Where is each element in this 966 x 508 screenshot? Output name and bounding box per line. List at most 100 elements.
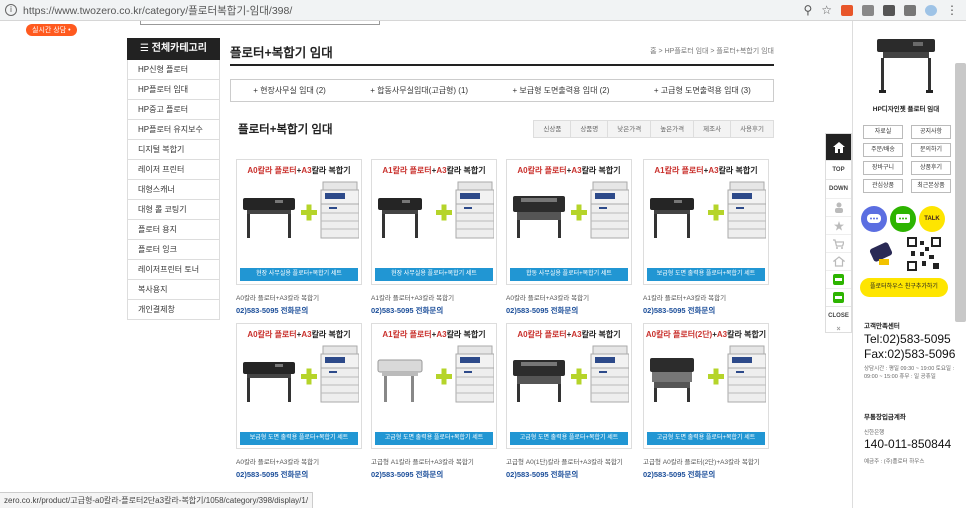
web-page: 실시간 상담 • ☰ 전체카테고리 HP신형 플로터 HP플로터 임대 HP중고 플… <box>0 21 966 508</box>
user-icon[interactable] <box>826 198 851 216</box>
sidebar-item[interactable]: 레이저프린터 토너 <box>127 260 220 280</box>
sidebar-item[interactable]: 디지털 복합기 <box>127 140 220 160</box>
product-name[interactable]: A0칼라 플로터+A3칼라 복합기 <box>506 292 646 302</box>
product-name[interactable]: 고급형 A1칼라 플로터+A3칼라 복합기 <box>371 456 511 466</box>
sidebar-item[interactable]: 레이저 프린터 <box>127 160 220 180</box>
copier-label: A3칼라 복합기 <box>436 166 486 175</box>
home-outline-icon[interactable] <box>826 252 851 270</box>
sidebar-item[interactable]: HP중고 플로터 <box>127 100 220 120</box>
customer-center-title: 고객만족센터 <box>864 323 900 330</box>
subcategory-joint-office[interactable]: + 합동사무실임대(고급형) (1) <box>370 85 468 96</box>
recent-items-button[interactable]: 최근본상품 <box>911 179 951 193</box>
plotter-product-image[interactable] <box>875 33 937 99</box>
home-icon[interactable] <box>826 134 851 160</box>
profile-avatar-icon[interactable] <box>925 4 937 16</box>
subcategory-site-office[interactable]: + 현장사무실 임대 (2) <box>253 85 326 96</box>
kakao-add-friend-button[interactable]: 플로터하우스 친구추가하기 <box>860 278 948 297</box>
qr-code-image[interactable] <box>867 237 953 273</box>
sidebar-item[interactable]: HP신형 플로터 <box>127 60 220 80</box>
site-info-icon[interactable]: i <box>5 4 17 16</box>
scroll-down-button[interactable]: DOWN <box>826 179 851 198</box>
extension-icon-2[interactable] <box>862 4 874 16</box>
green-chat-icon-2[interactable] <box>826 288 851 306</box>
subcategory-premium-drawing[interactable]: + 고급형 도면출력용 임대 (3) <box>654 85 751 96</box>
product-card[interactable]: A0칼라 플로터+A3칼라 복합기 현장 사무실용 플로터+복합기 세트 <box>236 159 362 285</box>
sort-reviews[interactable]: 사용후기 <box>730 120 774 138</box>
chat-buttons: TALK <box>861 206 945 232</box>
product-phone: 02)583-5095 전화문의 <box>506 470 579 479</box>
product-image[interactable] <box>648 342 766 406</box>
extension-icon-3[interactable] <box>883 4 895 16</box>
sort-new[interactable]: 신상품 <box>533 120 572 138</box>
sidebar-item[interactable]: 복사용지 <box>127 280 220 300</box>
address-bar[interactable]: https://www.twozero.co.kr/category/플로터복합… <box>23 3 803 18</box>
cart-button[interactable]: 장바구니 <box>863 161 903 175</box>
featured-product-name[interactable]: HP디자인젯 플로터 임대 <box>853 103 959 113</box>
product-name[interactable]: A1칼라 플로터+A3칼라 복합기 <box>643 292 783 302</box>
sort-name[interactable]: 상품명 <box>570 120 609 138</box>
product-image[interactable] <box>376 178 494 242</box>
bookmark-star-icon[interactable]: ☆ <box>821 4 832 16</box>
product-banner: 보급형 도면 출력용 플로터+복합기 세트 <box>240 432 358 445</box>
product-card[interactable]: A1칼라 플로터+A3칼라 복합기 고급형 도면 출력용 플로터+복합기 세트 <box>371 323 497 449</box>
product-name[interactable]: 고급형 A0칼라 플로터(2단)+A3칼라 복합기 <box>643 456 783 466</box>
sidebar-item[interactable]: HP플로터 임대 <box>127 80 220 100</box>
product-image[interactable] <box>511 178 629 242</box>
product-name[interactable]: A1칼라 플로터+A3칼라 복합기 <box>371 292 511 302</box>
product-card[interactable]: A0칼라 플로터+A3칼라 복합기 합동 사무실용 플로터+복합기 세트 <box>506 159 632 285</box>
business-hours: 상담시간 : 평일 09:30 ~ 19:00 토요일 : 09:00 ~ 15… <box>864 366 955 380</box>
extension-icon-1[interactable] <box>841 4 853 16</box>
line-chat-icon[interactable] <box>890 206 916 232</box>
order-delivery-button[interactable]: 주문/배송 <box>863 143 903 157</box>
plotter-label: A0칼라 플로터 <box>247 330 297 339</box>
green-chat-icon-1[interactable] <box>826 270 851 288</box>
reviews-button[interactable]: 상품후기 <box>911 161 951 175</box>
product-banner: 고급형 도면 출력용 플로터+복합기 세트 <box>510 432 628 445</box>
scroll-top-button[interactable]: TOP <box>826 160 851 179</box>
category-sidebar: ☰ 전체카테고리 HP신형 플로터 HP플로터 임대 HP중고 플로터 HP플로터 유… <box>127 38 220 320</box>
product-name[interactable]: A0칼라 플로터+A3칼라 복합기 <box>236 292 376 302</box>
browser-menu-icon[interactable]: ⋮ <box>946 4 958 16</box>
product-image[interactable] <box>241 342 359 406</box>
subcategory-basic-drawing[interactable]: + 보급형 도면출력용 임대 (2) <box>512 85 609 96</box>
all-categories-header[interactable]: ☰ 전체카테고리 <box>127 38 220 60</box>
product-card-title: A1칼라 플로터+A3칼라 복합기 <box>372 329 496 340</box>
close-quicknav-button[interactable]: CLOSE × <box>826 306 851 333</box>
breadcrumb[interactable]: 홈 > HP플로터 임대 > 플로터+복합기 임대 <box>650 46 774 56</box>
star-icon[interactable] <box>826 216 851 234</box>
wishlist-button[interactable]: 관심상품 <box>863 179 903 193</box>
archive-button[interactable]: 자료실 <box>863 125 903 139</box>
product-card[interactable]: A0칼라 플로터(2단)+A3칼라 복합기 고급형 도면 출력용 플로터+복합기 … <box>643 323 769 449</box>
sidebar-item[interactable]: 플로터 잉크 <box>127 240 220 260</box>
sidebar-item[interactable]: 대형스캐너 <box>127 180 220 200</box>
inquiry-button[interactable]: 문의하기 <box>911 143 951 157</box>
subcategory-bar: + 현장사무실 임대 (2) + 합동사무실임대(고급형) (1) + 보급형 … <box>230 79 774 102</box>
sidebar-item[interactable]: 플로터 용지 <box>127 220 220 240</box>
sort-low-price[interactable]: 낮은가격 <box>607 120 652 138</box>
live-chat-badge[interactable]: 실시간 상담 • <box>26 24 77 36</box>
product-image[interactable] <box>511 342 629 406</box>
product-card-title: A1칼라 플로터+A3칼라 복합기 <box>644 165 768 176</box>
product-image[interactable] <box>241 178 359 242</box>
product-name[interactable]: 고급형 A0(1단)칼라 플로터+A3칼라 복합기 <box>506 456 646 466</box>
product-card[interactable]: A1칼라 플로터+A3칼라 복합기 현장 사무실용 플로터+복합기 세트 <box>371 159 497 285</box>
sidebar-item[interactable]: 대형 롤 코팅기 <box>127 200 220 220</box>
page-scrollbar[interactable] <box>955 63 966 322</box>
cart-icon[interactable] <box>826 234 851 252</box>
sort-high-price[interactable]: 높은가격 <box>650 120 695 138</box>
product-name[interactable]: A0칼라 플로터+A3칼라 복합기 <box>236 456 376 466</box>
product-image[interactable] <box>376 342 494 406</box>
product-image[interactable] <box>648 178 766 242</box>
chat-bubble-icon[interactable] <box>861 206 887 232</box>
product-card-title: A0칼라 플로터(2단)+A3칼라 복합기 <box>644 329 768 340</box>
sidebar-item[interactable]: HP플로터 유지보수 <box>127 120 220 140</box>
sort-maker[interactable]: 제조사 <box>693 120 732 138</box>
notice-button[interactable]: 공지사항 <box>911 125 951 139</box>
product-card[interactable]: A0칼라 플로터+A3칼라 복합기 보급형 도면 출력용 플로터+복합기 세트 <box>236 323 362 449</box>
product-card[interactable]: A1칼라 플로터+A3칼라 복합기 보급형 도면 출력용 플로터+복합기 세트 <box>643 159 769 285</box>
sidebar-item[interactable]: 개인결제창 <box>127 300 220 320</box>
extension-icon-4[interactable] <box>904 4 916 16</box>
product-card[interactable]: A0칼라 플로터+A3칼라 복합기 고급형 도면 출력용 플로터+복합기 세트 <box>506 323 632 449</box>
kakaotalk-icon[interactable]: TALK <box>919 206 945 232</box>
zoom-icon[interactable]: ⚲ <box>803 4 812 16</box>
